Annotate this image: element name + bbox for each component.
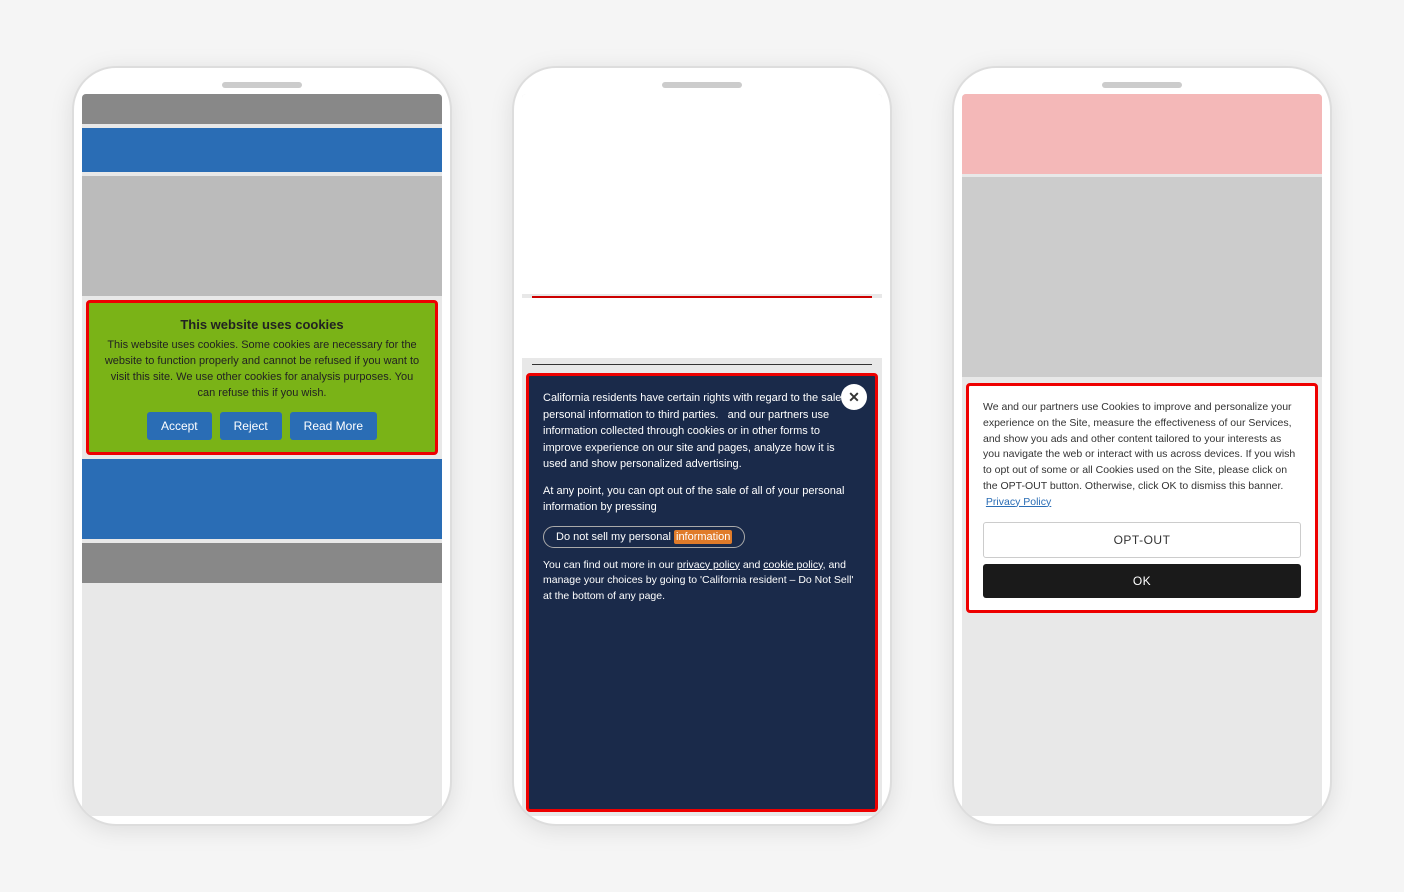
phone3-content: We and our partners use Cookies to impro… [962,94,1322,816]
phone2-content: ✕ California residents have certain righ… [522,94,882,816]
phone-screen-1: This website uses cookies This website u… [82,94,442,816]
phone-1: This website uses cookies This website u… [72,66,452,826]
phones-container: This website uses cookies This website u… [32,26,1372,866]
cookie-banner-3: We and our partners use Cookies to impro… [966,383,1318,613]
accept-button[interactable]: Accept [147,412,212,440]
cookie-banner-2: ✕ California residents have certain righ… [526,373,878,812]
phone1-content: This website uses cookies This website u… [82,94,442,816]
cookie-banner-1: This website uses cookies This website u… [86,300,438,455]
cookie-body2-para2: At any point, you can opt out of the sal… [543,483,861,516]
cookie-body-1: This website uses cookies. Some cookies … [101,338,423,402]
phone-3: We and our partners use Cookies to impro… [952,66,1332,826]
opt-out-button-3[interactable]: OPT-OUT [983,522,1301,558]
close-button-2[interactable]: ✕ [841,384,867,410]
p1-gray-block [82,176,442,296]
p1-bottom-blue [82,459,442,539]
phone-screen-3: We and our partners use Cookies to impro… [962,94,1322,816]
cookie-buttons-1: Accept Reject Read More [101,412,423,440]
privacy-policy-link-2[interactable]: privacy policy [677,559,740,571]
cookie-body-3: We and our partners use Cookies to impro… [983,400,1301,510]
p1-bottom-gray [82,543,442,583]
phone-top-bar-1 [222,82,302,88]
ok-button-3[interactable]: OK [983,564,1301,598]
p2-white-block [522,94,882,294]
p3-gray-block [962,177,1322,377]
p3-fill [962,617,1322,816]
phone-2: ✕ California residents have certain righ… [512,66,892,826]
privacy-policy-link-3[interactable]: Privacy Policy [986,496,1051,508]
p2-white-block2 [522,298,882,358]
opt-out-pill[interactable]: Do not sell my personal information [543,526,745,548]
phone-top-bar-2 [662,82,742,88]
cookie-policy-link-2[interactable]: cookie policy [763,559,822,571]
p2-line [532,364,872,365]
cookie-body2-para1: California residents have certain rights… [543,390,861,473]
p1-blue-bar [82,128,442,172]
read-more-button[interactable]: Read More [290,412,377,440]
phone-screen-2: ✕ California residents have certain righ… [522,94,882,816]
p1-gray-bar [82,94,442,124]
cookie-footer-2: You can find out more in our privacy pol… [543,558,861,605]
phone-top-bar-3 [1102,82,1182,88]
reject-button[interactable]: Reject [220,412,282,440]
p3-pink-block [962,94,1322,174]
cookie-title-1: This website uses cookies [101,317,423,332]
